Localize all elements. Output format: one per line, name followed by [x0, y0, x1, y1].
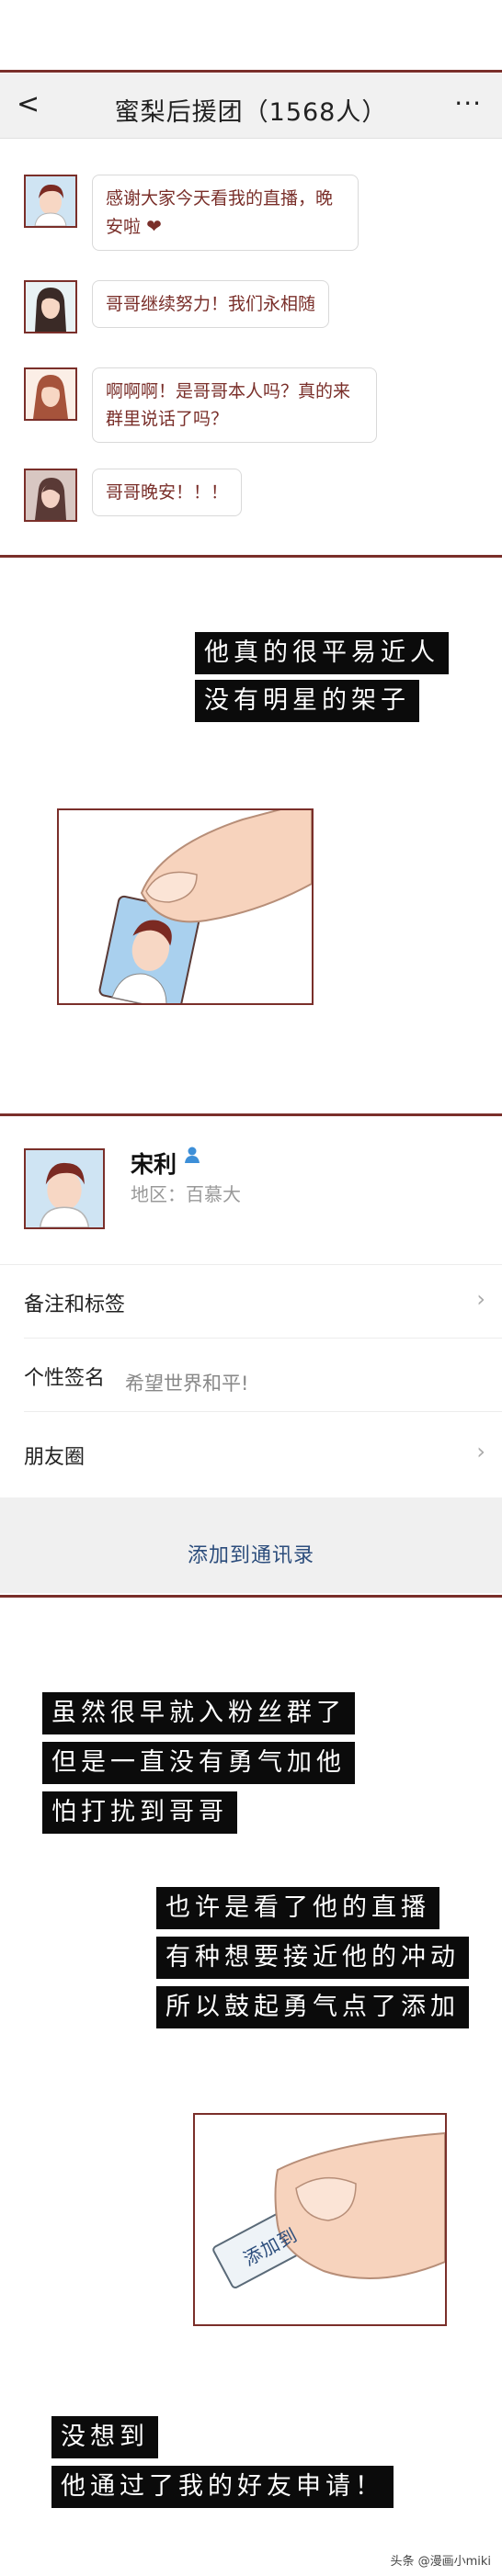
avatar[interactable] — [24, 175, 77, 228]
panel-border — [0, 70, 502, 73]
man-avatar-icon — [26, 1150, 103, 1227]
caption-line: 有种想要接近他的冲动 — [156, 1937, 469, 1979]
message-text: 哥哥晚安！！！ — [106, 482, 229, 503]
signature-label: 个性签名 — [24, 1367, 106, 1390]
moments-row[interactable]: 朋友圈 › — [0, 1413, 502, 1492]
phone-tap-illustration — [57, 808, 314, 1005]
divider — [24, 1411, 502, 1412]
message-bubble: 啊啊啊！是哥哥本人吗？真的来群里说话了吗？ — [92, 367, 377, 443]
panel-border — [0, 1595, 502, 1598]
signature-row: 个性签名 希望世界和平! — [0, 1339, 502, 1411]
moments-label: 朋友圈 — [24, 1446, 86, 1469]
caption-line: 虽然很早就入粉丝群了 — [42, 1692, 355, 1734]
caption-line: 没想到 — [51, 2416, 158, 2458]
panel-border — [0, 1113, 502, 1116]
message-bubble: 哥哥继续努力！我们永相随 — [92, 280, 330, 328]
chat-message: 感谢大家今天看我的直播，晚安啦 ❤ — [24, 175, 359, 251]
avatar[interactable] — [24, 367, 77, 421]
remark-label: 备注和标签 — [24, 1294, 126, 1316]
chevron-right-icon: › — [476, 1286, 485, 1312]
add-to-contacts-button[interactable]: 添加到通讯录 — [0, 1520, 502, 1593]
chat-message: 哥哥继续努力！我们永相随 — [24, 280, 330, 333]
finger-press-icon — [212, 2131, 445, 2288]
avatar[interactable] — [24, 469, 77, 522]
section-gap — [0, 1497, 502, 1520]
chat-message: 哥哥晚安！！！ — [24, 469, 243, 522]
chevron-right-icon: › — [476, 1439, 485, 1464]
watermark: 头条 @漫画小miki — [390, 2555, 491, 2569]
chat-message: 啊啊啊！是哥哥本人吗？真的来群里说话了吗？ — [24, 367, 377, 443]
divider — [24, 1338, 502, 1339]
heart-icon: ❤ — [146, 215, 162, 237]
message-text: 啊啊啊！是哥哥本人吗？真的来群里说话了吗？ — [106, 381, 351, 429]
caption-line: 他真的很平易近人 — [195, 632, 449, 674]
finger-tap-icon — [98, 810, 312, 1003]
avatar[interactable] — [24, 280, 77, 333]
contact-avatar[interactable] — [24, 1148, 105, 1229]
chat-header: < 蜜梨后援团（1568人） ··· — [0, 73, 502, 139]
group-title: 蜜梨后援团（1568人） — [114, 98, 388, 127]
woman-avatar-icon — [26, 282, 75, 332]
caption-line: 但是一直没有勇气加他 — [42, 1742, 355, 1784]
caption-line: 所以鼓起勇气点了添加 — [156, 1986, 469, 2028]
caption-line: 没有明星的架子 — [195, 680, 419, 722]
press-button-illustration: 添加到 — [193, 2113, 447, 2326]
remark-row[interactable]: 备注和标签 › — [0, 1266, 502, 1338]
message-bubble: 感谢大家今天看我的直播，晚安啦 ❤ — [92, 175, 359, 251]
message-bubble: 哥哥晚安！！！ — [92, 469, 243, 516]
man-avatar-icon — [26, 176, 75, 226]
message-text: 哥哥继续努力！我们永相随 — [106, 294, 316, 314]
caption-line: 也许是看了他的直播 — [156, 1887, 439, 1929]
message-text: 感谢大家今天看我的直播，晚安啦 — [106, 188, 334, 237]
panel-border — [0, 555, 502, 558]
signature-value: 希望世界和平! — [125, 1373, 249, 1395]
more-options-button[interactable]: ··· — [454, 88, 482, 119]
divider — [0, 1264, 502, 1265]
woman-avatar-icon — [26, 369, 75, 419]
gender-male-icon — [185, 1147, 200, 1163]
contact-name: 宋利 — [131, 1151, 177, 1178]
woman-avatar-icon — [26, 470, 75, 520]
caption-line: 怕打扰到哥哥 — [42, 1791, 237, 1834]
caption-line: 他通过了我的好友申请！ — [51, 2466, 394, 2508]
contact-region: 地区：百慕大 — [131, 1183, 241, 1205]
